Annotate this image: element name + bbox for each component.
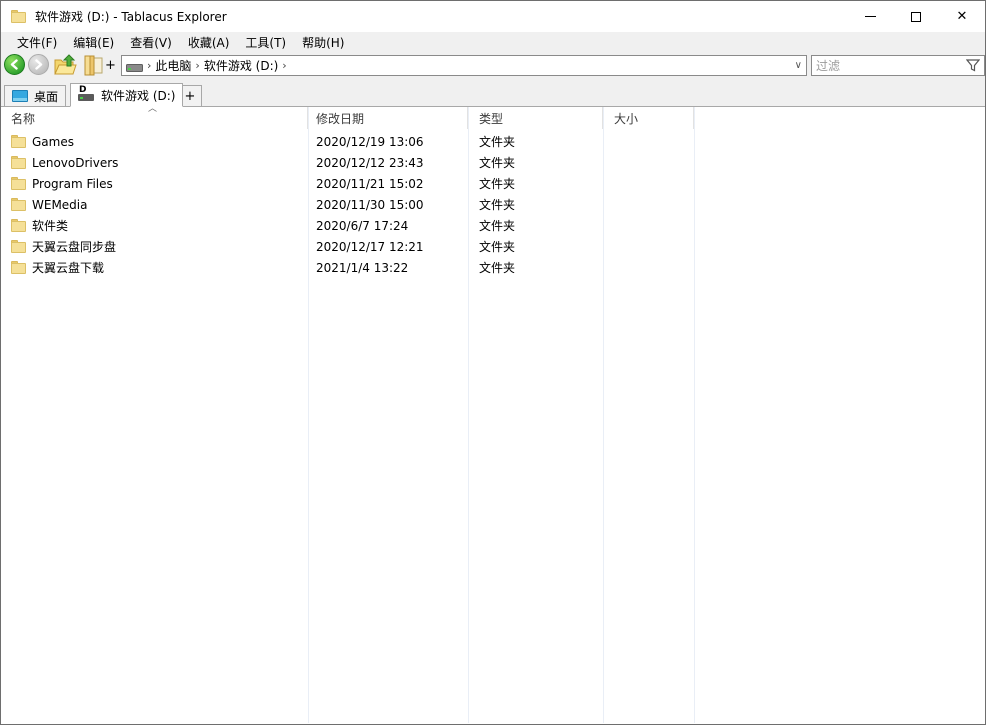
close-button[interactable]: ✕ (939, 1, 985, 32)
file-type: 文件夹 (479, 259, 515, 276)
menu-favorites[interactable]: 收藏(A) (180, 31, 238, 54)
file-name: 天翼云盘下载 (32, 259, 104, 276)
file-name: LenovoDrivers (32, 156, 118, 170)
desktop-icon (12, 90, 28, 102)
folder-icon (11, 219, 27, 232)
file-modified: 2021/1/4 13:22 (316, 261, 408, 275)
tab-active-label: 软件游戏 (D:) (101, 87, 175, 104)
file-type: 文件夹 (479, 196, 515, 213)
file-type: 文件夹 (479, 238, 515, 255)
maximize-icon (911, 12, 921, 22)
window-title: 软件游戏 (D:) - Tablacus Explorer (35, 8, 227, 25)
breadcrumb-drive-d[interactable]: 软件游戏 (D:) (204, 57, 278, 74)
tab-drive-d-active[interactable]: D 软件游戏 (D:) (70, 83, 183, 107)
forward-button[interactable] (28, 54, 49, 75)
file-row[interactable]: LenovoDrivers 2020/12/12 23:43 文件夹 (1, 152, 985, 173)
file-row[interactable]: WEMedia 2020/11/30 15:00 文件夹 (1, 194, 985, 215)
file-row[interactable]: Games 2020/12/19 13:06 文件夹 (1, 131, 985, 152)
file-modified: 2020/11/30 15:00 (316, 198, 424, 212)
file-type: 文件夹 (479, 175, 515, 192)
file-row[interactable]: Program Files 2020/11/21 15:02 文件夹 (1, 173, 985, 194)
breadcrumb-separator: › (282, 59, 286, 72)
file-modified: 2020/12/17 12:21 (316, 240, 424, 254)
column-header-type[interactable]: 类型 (468, 107, 603, 129)
file-modified: 2020/12/12 23:43 (316, 156, 424, 170)
file-row[interactable]: 软件类 2020/6/7 17:24 文件夹 (1, 215, 985, 236)
tablacus-explorer-window: 软件游戏 (D:) - Tablacus Explorer ✕ 文件(F) 编辑… (0, 0, 986, 725)
file-modified: 2020/6/7 17:24 (316, 219, 408, 233)
menu-help[interactable]: 帮助(H) (294, 31, 352, 54)
up-folder-icon (53, 54, 77, 77)
sort-ascending-caret-icon: ︿ (148, 101, 157, 114)
menu-tools[interactable]: 工具(T) (237, 31, 294, 54)
address-bar[interactable]: › 此电脑 › 软件游戏 (D:) › ∨ (121, 55, 807, 76)
menu-file[interactable]: 文件(F) (9, 31, 65, 54)
minimize-button[interactable] (847, 1, 893, 32)
breadcrumb-separator: › (195, 59, 199, 72)
folder-icon (11, 198, 27, 211)
maximize-button[interactable] (893, 1, 939, 32)
file-list: Games 2020/12/19 13:06 文件夹 LenovoDrivers… (1, 131, 985, 278)
open-in-new-tab-button[interactable] (81, 54, 103, 76)
column-header-modified[interactable]: 修改日期 (308, 107, 468, 129)
close-icon: ✕ (957, 10, 968, 23)
drive-d-icon: D (78, 89, 95, 101)
filter-box[interactable]: 过滤 (811, 55, 985, 76)
file-name: WEMedia (32, 198, 88, 212)
file-name: 软件类 (32, 217, 68, 234)
file-name: Games (32, 135, 74, 149)
folder-icon (11, 135, 27, 148)
address-dropdown-chevron-icon[interactable]: ∨ (795, 60, 802, 71)
file-type: 文件夹 (479, 217, 515, 234)
breadcrumb-this-pc[interactable]: 此电脑 (155, 57, 191, 74)
filter-placeholder: 过滤 (816, 57, 966, 74)
folder-icon (11, 156, 27, 169)
forward-arrow-icon (33, 59, 44, 70)
back-arrow-icon (9, 59, 20, 70)
file-modified: 2020/11/21 15:02 (316, 177, 424, 191)
tab-desktop-label: 桌面 (34, 88, 58, 105)
file-row[interactable]: 天翼云盘同步盘 2020/12/17 12:21 文件夹 (1, 236, 985, 257)
file-name: 天翼云盘同步盘 (32, 238, 116, 255)
menu-bar: 文件(F) 编辑(E) 查看(V) 收藏(A) 工具(T) 帮助(H) (1, 32, 985, 53)
new-tab-folder-icon (81, 54, 105, 77)
menu-view[interactable]: 查看(V) (122, 31, 180, 54)
folder-icon (11, 240, 27, 253)
folder-icon (11, 261, 27, 274)
file-row[interactable]: 天翼云盘下载 2021/1/4 13:22 文件夹 (1, 257, 985, 278)
file-name: Program Files (32, 177, 113, 191)
file-type: 文件夹 (479, 154, 515, 171)
breadcrumb-separator: › (147, 59, 151, 72)
folder-icon (11, 177, 27, 190)
funnel-icon (966, 59, 980, 72)
add-toolbar-button[interactable]: + (105, 58, 116, 73)
back-button[interactable] (4, 54, 25, 75)
menu-edit[interactable]: 编辑(E) (65, 31, 122, 54)
drive-icon (126, 60, 143, 72)
file-type: 文件夹 (479, 133, 515, 150)
column-header-size[interactable]: 大小 (603, 107, 694, 129)
app-folder-icon (11, 10, 27, 24)
up-button[interactable] (53, 54, 75, 76)
file-modified: 2020/12/19 13:06 (316, 135, 424, 149)
minimize-icon (865, 16, 876, 17)
title-bar: 软件游戏 (D:) - Tablacus Explorer ✕ (1, 1, 985, 32)
tab-desktop[interactable]: 桌面 (4, 85, 66, 107)
